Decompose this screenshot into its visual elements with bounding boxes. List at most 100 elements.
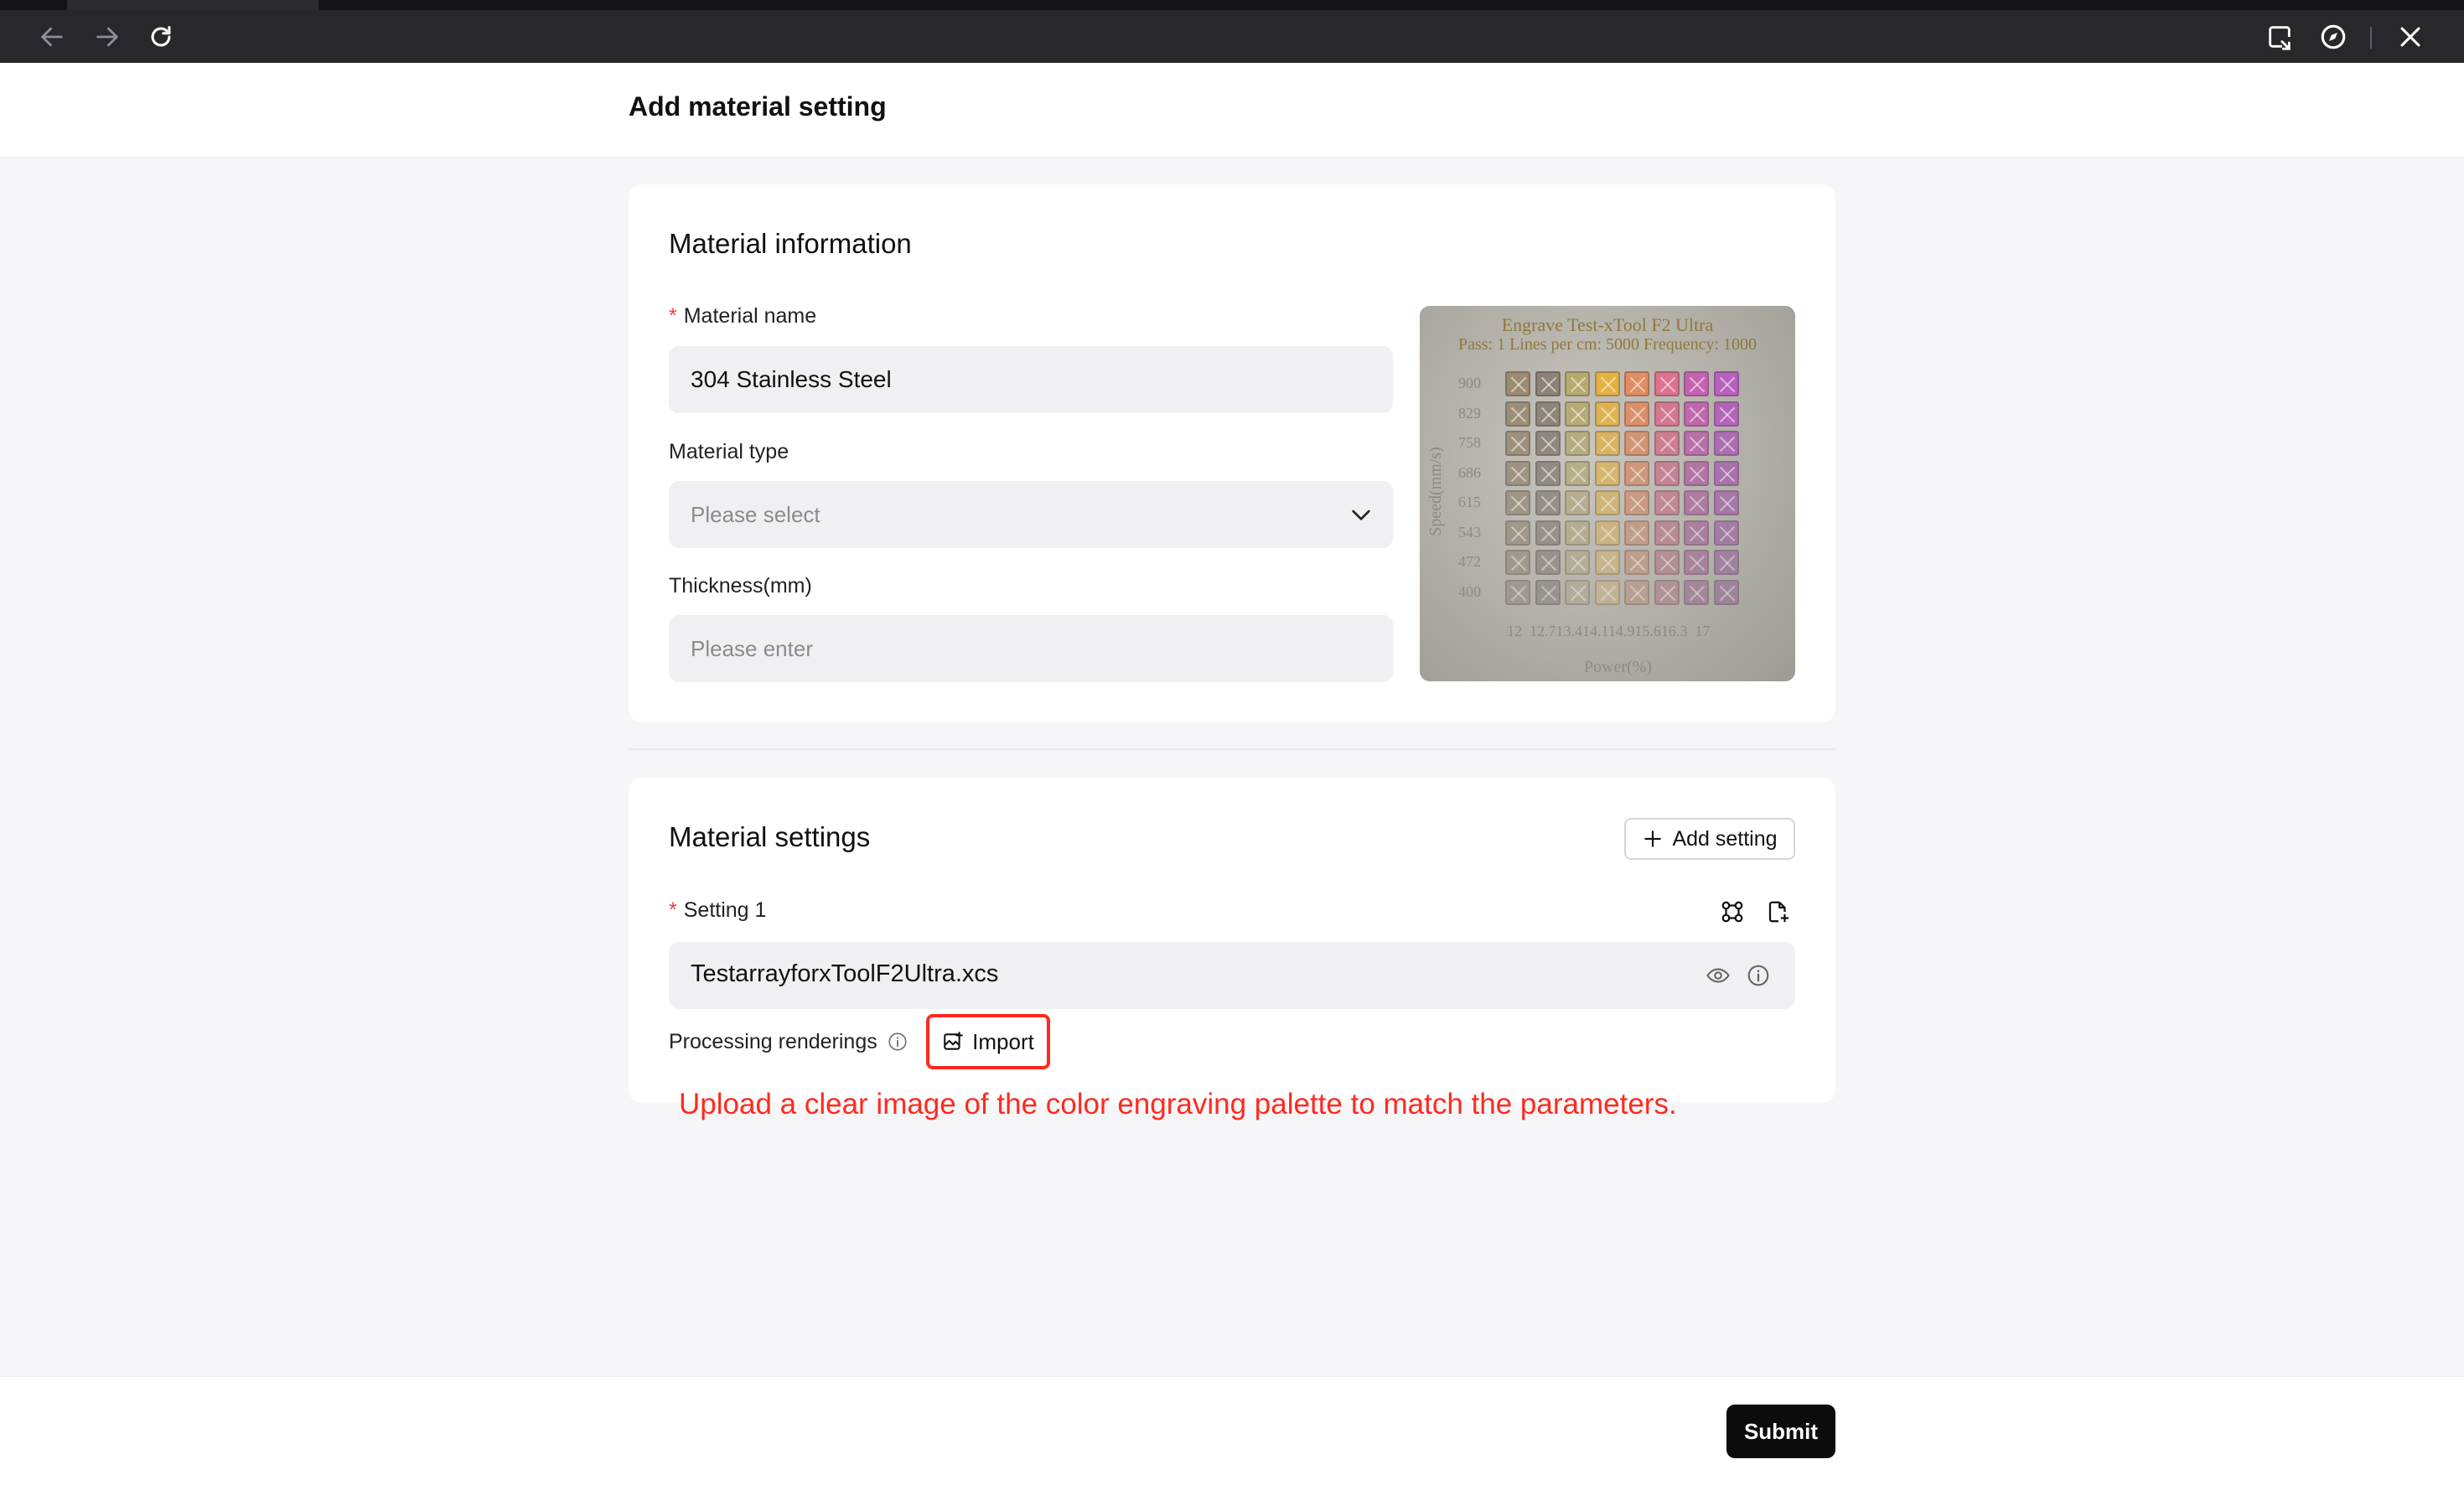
setting-file-field[interactable]: TestarrayforxToolF2Ultra.xcs	[669, 942, 1795, 1009]
renderings-info-button[interactable]	[883, 1027, 912, 1056]
preview-palette-cell	[1594, 460, 1620, 486]
section-divider	[629, 748, 1835, 750]
preview-palette-cell	[1654, 579, 1680, 605]
preview-title: Engrave Test-xTool F2 Ultra	[1501, 314, 1714, 335]
preview-power-axis: Power(%)	[1584, 658, 1653, 676]
preview-palette-cell	[1565, 431, 1590, 456]
arrow-left-icon	[41, 27, 63, 47]
material-type-select[interactable]: Please select	[669, 481, 1393, 548]
preview-palette-cell	[1594, 490, 1620, 515]
required-marker: *	[669, 898, 677, 922]
preview-power-ticks: 12 12.713.414.114.915.616.3 17	[1507, 623, 1711, 639]
import-button[interactable]: Import	[926, 1014, 1050, 1069]
preview-palette-cell	[1565, 460, 1590, 486]
page-header: Add material setting	[0, 63, 2464, 158]
close-icon	[2400, 27, 2420, 47]
preview-palette-cell	[1565, 401, 1590, 427]
preview-subtitle: Pass: 1 Lines per cm: 5000 Frequency: 10…	[1457, 335, 1757, 354]
preview-palette-cell	[1594, 431, 1620, 456]
preview-palette-cell	[1684, 431, 1709, 456]
preview-palette-cell	[1654, 550, 1680, 575]
browser-tab-strip	[0, 0, 2464, 10]
material-type-label: Material type	[669, 440, 789, 463]
chevron-down-icon	[1352, 510, 1370, 520]
color-match-button[interactable]	[1716, 895, 1749, 929]
preview-palette-cell	[1654, 520, 1680, 546]
preview-palette-cell	[1594, 550, 1620, 575]
preview-palette-cell	[1624, 579, 1649, 605]
preview-palette-cell	[1713, 460, 1739, 486]
compass-button[interactable]	[2315, 18, 2352, 55]
preview-palette-cell	[1624, 550, 1649, 575]
add-setting-label: Add setting	[1672, 826, 1778, 851]
preview-palette-cell	[1624, 520, 1649, 546]
preview-palette-cell	[1535, 490, 1561, 515]
thickness-input[interactable]: Please enter	[669, 615, 1393, 682]
material-information-card: Material information * Material name 304 …	[629, 184, 1835, 722]
close-button[interactable]	[2392, 18, 2429, 55]
material-name-input[interactable]: 304 Stainless Steel	[669, 346, 1393, 413]
section-title-material-settings: Material settings	[669, 821, 871, 852]
processing-renderings-label: Processing renderings	[669, 1030, 877, 1053]
required-marker: *	[669, 304, 677, 328]
preview-palette-cell	[1713, 520, 1739, 546]
preview-palette-cell	[1594, 579, 1620, 605]
thickness-label: Thickness(mm)	[669, 574, 812, 598]
reload-button[interactable]	[142, 18, 179, 55]
preview-speed-label: 829	[1458, 404, 1481, 422]
upload-hint-text: Upload a clear image of the color engrav…	[679, 1088, 1677, 1120]
preview-palette-cell	[1505, 550, 1530, 575]
preview-palette-cell	[1565, 490, 1590, 515]
info-icon	[888, 1032, 907, 1051]
preview-palette-cell	[1505, 371, 1530, 396]
preview-speed-label: 472	[1458, 553, 1481, 570]
preview-palette-cell	[1594, 371, 1620, 396]
preview-speed-label: 686	[1458, 463, 1481, 481]
preview-palette-cell	[1684, 401, 1709, 427]
preview-palette-cell	[1713, 431, 1739, 456]
preview-palette-cell	[1684, 520, 1709, 546]
preview-palette-cell	[1713, 579, 1739, 605]
preview-palette-cell	[1624, 460, 1649, 486]
file-add-icon	[1768, 901, 1789, 923]
browser-tab[interactable]	[67, 0, 318, 10]
material-name-label-text: Material name	[683, 304, 817, 328]
preview-file-button[interactable]	[1701, 959, 1735, 992]
document-link-button[interactable]	[2261, 18, 2298, 55]
preview-palette-cell	[1684, 490, 1709, 515]
preview-palette-cell	[1535, 460, 1561, 486]
preview-palette-cell	[1624, 431, 1649, 456]
preview-palette-cell	[1654, 460, 1680, 486]
preview-palette-cell	[1565, 550, 1590, 575]
preview-palette-cell	[1654, 401, 1680, 427]
preview-palette-cell	[1565, 579, 1590, 605]
setting-file-name: TestarrayforxToolF2Ultra.xcs	[691, 960, 999, 987]
material-type-placeholder: Please select	[691, 501, 820, 527]
preview-palette-cell	[1505, 579, 1530, 605]
preview-palette-cell	[1713, 490, 1739, 515]
arrow-right-icon	[96, 27, 118, 47]
preview-palette-cell	[1535, 550, 1561, 575]
preview-palette-cell	[1684, 550, 1709, 575]
reload-icon	[151, 26, 171, 47]
material-preview-image[interactable]: Engrave Test-xTool F2 Ultra Pass: 1 Line…	[1420, 306, 1795, 681]
preview-speed-label: 758	[1458, 434, 1481, 451]
add-file-button[interactable]	[1762, 895, 1795, 929]
submit-button[interactable]: Submit	[1726, 1405, 1835, 1458]
preview-palette-cell	[1713, 550, 1739, 575]
preview-palette-cell	[1535, 431, 1561, 456]
plus-icon	[1644, 830, 1662, 847]
file-info-button[interactable]	[1742, 959, 1775, 992]
forward-button[interactable]	[89, 18, 126, 55]
preview-palette-cell	[1713, 371, 1739, 396]
preview-palette-cell	[1654, 490, 1680, 515]
preview-palette-cell	[1565, 371, 1590, 396]
preview-palette-cell	[1684, 579, 1709, 605]
toolbar-divider	[2370, 27, 2372, 49]
add-setting-button[interactable]: Add setting	[1624, 818, 1795, 860]
image-import-icon	[944, 1032, 964, 1050]
preview-palette-cell	[1684, 371, 1709, 396]
preview-palette-cell	[1624, 371, 1649, 396]
page-title: Add material setting	[629, 91, 887, 122]
back-button[interactable]	[34, 18, 70, 55]
